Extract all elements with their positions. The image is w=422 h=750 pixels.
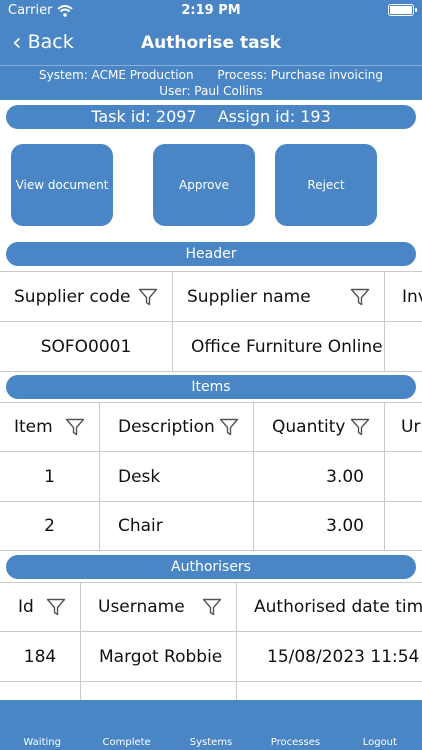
cell-unit bbox=[385, 502, 422, 550]
system-label: System: ACME Production bbox=[39, 68, 194, 82]
user-label: User: Paul Collins bbox=[159, 84, 263, 98]
table-row[interactable]: 1 Desk 3.00 bbox=[0, 452, 422, 502]
filter-icon[interactable] bbox=[219, 417, 239, 437]
cell-username: Margot Robbie bbox=[81, 632, 237, 681]
view-document-button[interactable]: View document bbox=[11, 144, 113, 226]
authorise-task-screen: Carrier 2:19 PM ‹ Back Authorise task Sy… bbox=[0, 0, 422, 750]
clock: 2:19 PM bbox=[181, 3, 241, 18]
section-authorisers-title: Authorisers bbox=[6, 555, 416, 579]
cell-quantity: 3.00 bbox=[254, 452, 385, 501]
cell-description: Chair bbox=[100, 502, 254, 550]
column-header-supplier-code[interactable]: Supplier code bbox=[0, 272, 173, 321]
chevron-left-icon: ‹ bbox=[12, 28, 22, 56]
tab-processes[interactable]: Processes bbox=[253, 700, 337, 750]
table-row[interactable]: 184 Margot Robbie 15/08/2023 11:54 AM bbox=[0, 632, 422, 682]
cell-description: Desk bbox=[100, 452, 254, 501]
table-row[interactable]: 2 Chair 3.00 bbox=[0, 502, 422, 551]
column-header-invoice[interactable]: Inv bbox=[385, 272, 422, 321]
filter-icon[interactable] bbox=[65, 417, 85, 437]
header-area: Carrier 2:19 PM ‹ Back Authorise task Sy… bbox=[0, 0, 422, 100]
tab-systems[interactable]: Systems bbox=[169, 700, 253, 750]
cell-unit bbox=[385, 452, 422, 501]
bottom-tab-bar: Waiting Complete Systems Processes Logou… bbox=[0, 700, 422, 750]
section-header-title: Header bbox=[6, 242, 416, 266]
table-header-row: Item Description Quantity Ur bbox=[0, 403, 422, 452]
table-row[interactable]: SOFO0001 Office Furniture Online bbox=[0, 322, 422, 372]
tab-complete[interactable]: Complete bbox=[84, 700, 168, 750]
cell-item: 1 bbox=[0, 452, 100, 501]
process-label: Process: Purchase invoicing bbox=[217, 68, 383, 82]
column-header-item[interactable]: Item bbox=[0, 403, 100, 451]
task-summary-bar: Task id: 2097 Assign id: 193 bbox=[6, 105, 416, 129]
back-button[interactable]: ‹ Back bbox=[12, 30, 74, 54]
filter-icon[interactable] bbox=[46, 597, 66, 617]
column-header-username[interactable]: Username bbox=[81, 583, 237, 631]
column-header-unit[interactable]: Ur bbox=[385, 403, 422, 451]
column-header-quantity[interactable]: Quantity bbox=[254, 403, 385, 451]
table-header-row: Id Username Authorised date time bbox=[0, 583, 422, 632]
column-header-supplier-name[interactable]: Supplier name bbox=[173, 272, 385, 321]
cell-id: 184 bbox=[0, 632, 81, 681]
column-header-description[interactable]: Description bbox=[100, 403, 254, 451]
filter-icon[interactable] bbox=[350, 287, 370, 307]
cell-invoice bbox=[385, 322, 422, 371]
approve-button[interactable]: Approve bbox=[153, 144, 255, 226]
section-items-title: Items bbox=[6, 375, 416, 399]
back-label: Back bbox=[27, 31, 74, 53]
task-id: Task id: 2097 bbox=[91, 107, 197, 126]
cell-authorised-date-time: 15/08/2023 11:54 AM bbox=[237, 632, 422, 681]
column-header-authorised-date-time[interactable]: Authorised date time bbox=[237, 583, 422, 631]
filter-icon[interactable] bbox=[138, 287, 158, 307]
filter-icon[interactable] bbox=[202, 597, 222, 617]
header-table: Supplier code Supplier name Inv SOFO0001… bbox=[0, 271, 422, 372]
navigation-bar: ‹ Back Authorise task bbox=[0, 26, 422, 62]
filter-icon[interactable] bbox=[350, 417, 370, 437]
items-table: Item Description Quantity Ur 1 Desk 3.00… bbox=[0, 402, 422, 551]
context-info: System: ACME Production Process: Purchas… bbox=[0, 67, 422, 99]
cell-supplier-name: Office Furniture Online bbox=[173, 322, 385, 371]
column-header-id[interactable]: Id bbox=[0, 583, 81, 631]
assign-id: Assign id: 193 bbox=[217, 107, 331, 126]
battery-icon bbox=[388, 4, 417, 16]
cell-item: 2 bbox=[0, 502, 100, 550]
cell-quantity: 3.00 bbox=[254, 502, 385, 550]
tab-waiting[interactable]: Waiting bbox=[0, 700, 84, 750]
table-header-row: Supplier code Supplier name Inv bbox=[0, 272, 422, 322]
cell-supplier-code: SOFO0001 bbox=[0, 322, 173, 371]
nav-divider bbox=[0, 65, 422, 66]
status-bar: Carrier 2:19 PM bbox=[0, 0, 422, 22]
reject-button[interactable]: Reject bbox=[275, 144, 377, 226]
tab-logout[interactable]: Logout bbox=[338, 700, 422, 750]
